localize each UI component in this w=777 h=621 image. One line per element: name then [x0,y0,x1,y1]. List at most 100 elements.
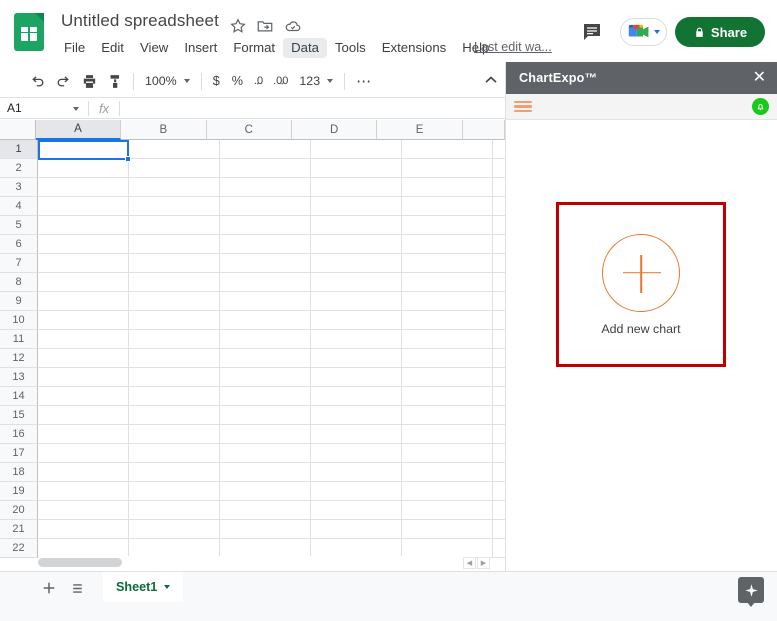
menu-format[interactable]: Format [225,38,283,58]
zoom-control[interactable]: 100% [139,69,196,93]
cell-A9[interactable] [38,292,129,311]
cell-A5[interactable] [38,216,129,235]
add-new-chart-card[interactable]: Add new chart [559,205,723,364]
cell-x5[interactable] [493,216,505,235]
cell-A4[interactable] [38,197,129,216]
cell-E3[interactable] [402,178,493,197]
cell-A12[interactable] [38,349,129,368]
menu-tools[interactable]: Tools [327,38,374,58]
cell-B17[interactable] [129,444,220,463]
cell-B6[interactable] [129,235,220,254]
cell-E6[interactable] [402,235,493,254]
google-meet-icon[interactable] [620,18,667,46]
column-header-extra[interactable] [462,120,505,140]
cell-B1[interactable] [129,140,220,159]
all-sheets-button[interactable] [64,575,90,601]
decrease-decimal-button[interactable]: .0 ← [249,75,268,87]
cell-x11[interactable] [493,330,505,349]
cell-D4[interactable] [311,197,402,216]
collapse-toolbar-button[interactable] [481,70,503,92]
cell-B16[interactable] [129,425,220,444]
row-header-15[interactable]: 15 [0,406,38,425]
increase-decimal-button[interactable]: .00 → [268,75,293,87]
cell-D1[interactable] [311,140,402,159]
cell-A21[interactable] [38,520,129,539]
cell-E20[interactable] [402,501,493,520]
last-edit-status[interactable]: Last edit wa... [474,40,552,54]
cell-B13[interactable] [129,368,220,387]
cell-A7[interactable] [38,254,129,273]
cell-C18[interactable] [220,463,311,482]
horizontal-scroll-thumb[interactable] [38,558,122,567]
cell-C3[interactable] [220,178,311,197]
cell-A13[interactable] [38,368,129,387]
cell-D14[interactable] [311,387,402,406]
cell-D16[interactable] [311,425,402,444]
explore-button[interactable] [738,577,764,607]
scroll-left-arrow[interactable]: ◀ [463,557,476,569]
cell-x14[interactable] [493,387,505,406]
row-header-1[interactable]: 1 [0,140,38,159]
cell-C9[interactable] [220,292,311,311]
cell-B11[interactable] [129,330,220,349]
cell-E2[interactable] [402,159,493,178]
cell-x9[interactable] [493,292,505,311]
star-icon[interactable] [229,17,247,35]
cell-E16[interactable] [402,425,493,444]
cell-B8[interactable] [129,273,220,292]
cell-A8[interactable] [38,273,129,292]
cell-E15[interactable] [402,406,493,425]
cell-x4[interactable] [493,197,505,216]
cell-x1[interactable] [493,140,505,159]
cell-D15[interactable] [311,406,402,425]
cell-C2[interactable] [220,159,311,178]
cell-x16[interactable] [493,425,505,444]
number-format-control[interactable]: 123 [293,69,339,93]
cell-B14[interactable] [129,387,220,406]
row-header-4[interactable]: 4 [0,197,38,216]
cell-x21[interactable] [493,520,505,539]
add-sheet-button[interactable] [36,575,62,601]
cell-D11[interactable] [311,330,402,349]
cell-C5[interactable] [220,216,311,235]
row-header-8[interactable]: 8 [0,273,38,292]
scroll-right-arrow[interactable]: ▶ [477,557,490,569]
cell-B19[interactable] [129,482,220,501]
cell-D10[interactable] [311,311,402,330]
cell-x22[interactable] [493,539,505,558]
chevron-down-icon[interactable] [73,107,79,111]
cell-C19[interactable] [220,482,311,501]
comment-icon[interactable] [580,20,604,44]
cell-C10[interactable] [220,311,311,330]
row-header-20[interactable]: 20 [0,501,38,520]
cell-E5[interactable] [402,216,493,235]
cell-x18[interactable] [493,463,505,482]
cell-x10[interactable] [493,311,505,330]
cell-x17[interactable] [493,444,505,463]
cell-C15[interactable] [220,406,311,425]
row-header-6[interactable]: 6 [0,235,38,254]
row-header-19[interactable]: 19 [0,482,38,501]
redo-button[interactable] [50,68,76,94]
cell-E7[interactable] [402,254,493,273]
cell-C11[interactable] [220,330,311,349]
cell-C13[interactable] [220,368,311,387]
cell-C6[interactable] [220,235,311,254]
cell-x2[interactable] [493,159,505,178]
cell-B21[interactable] [129,520,220,539]
cell-E1[interactable] [402,140,493,159]
row-header-9[interactable]: 9 [0,292,38,311]
cell-x8[interactable] [493,273,505,292]
column-header-c[interactable]: C [206,120,292,140]
cell-E11[interactable] [402,330,493,349]
row-header-16[interactable]: 16 [0,425,38,444]
cell-A18[interactable] [38,463,129,482]
menu-edit[interactable]: Edit [93,38,132,58]
row-header-21[interactable]: 21 [0,520,38,539]
column-header-a[interactable]: A [35,120,122,140]
cell-C7[interactable] [220,254,311,273]
menu-view[interactable]: View [132,38,176,58]
menu-extensions[interactable]: Extensions [374,38,455,58]
bell-icon[interactable] [752,98,769,115]
row-header-18[interactable]: 18 [0,463,38,482]
